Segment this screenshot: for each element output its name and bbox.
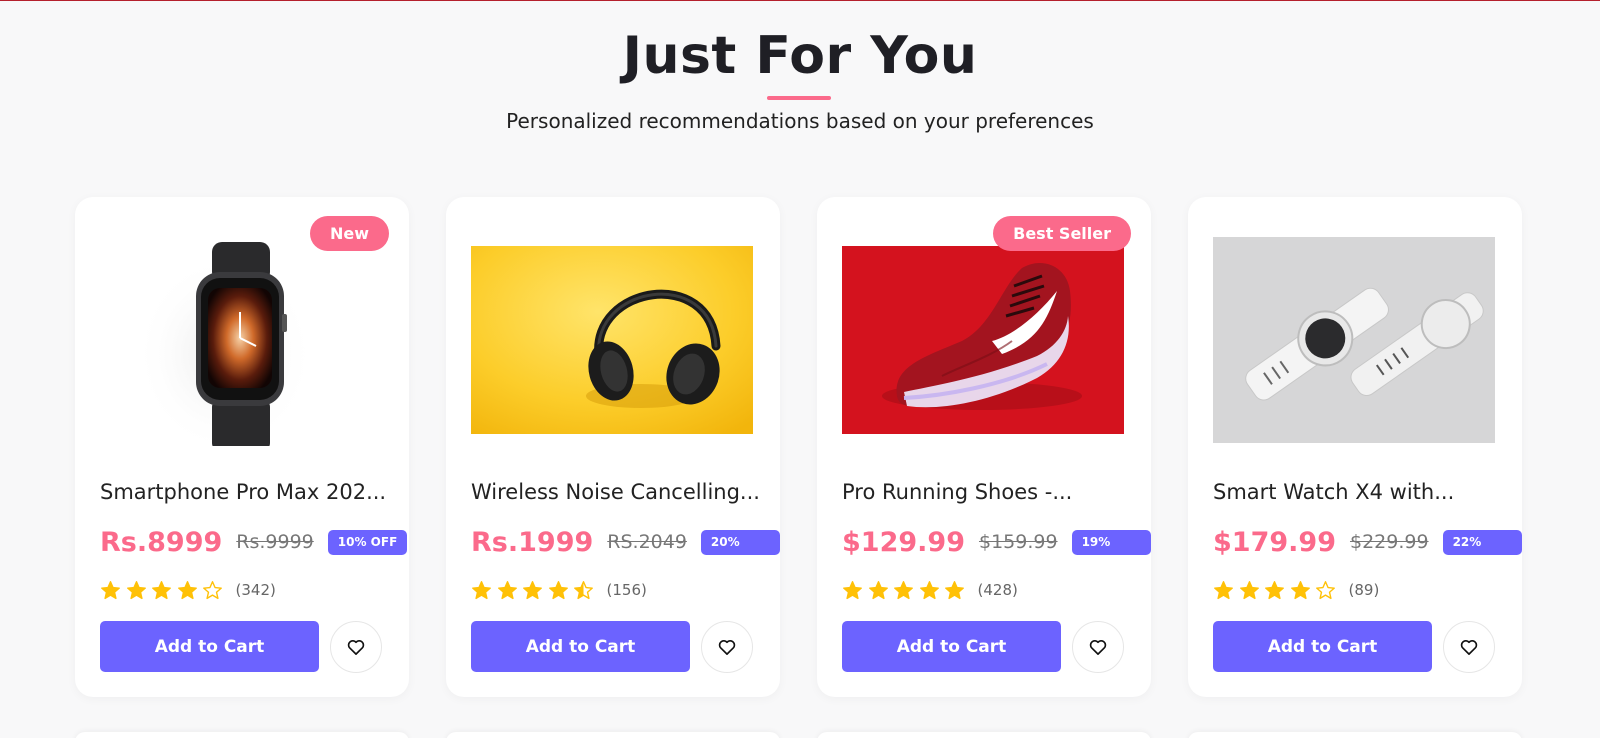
title-underline [767,96,831,100]
heart-icon [1460,640,1478,655]
star-filled-icon [894,580,913,599]
star-filled-icon [177,580,197,599]
star-filled-icon [1214,580,1233,599]
star-filled-icon [1265,580,1284,599]
product-card[interactable]: New Smartphone Pro Max 202... Rs.8999 Rs… [75,197,409,697]
discount-badge: 10% OFF [327,529,408,555]
add-to-cart-button[interactable]: Add to Cart [471,621,690,672]
wishlist-button[interactable] [1072,621,1124,673]
old-price: RS.2049 [607,531,687,553]
add-to-cart-button[interactable]: Add to Cart [842,621,1061,672]
add-to-cart-button[interactable]: Add to Cart [1213,621,1432,672]
product-image[interactable] [1213,234,1495,446]
headphones-icon [471,246,753,434]
product-card[interactable]: Smart Watch X4 with... $179.99 $229.99 2… [1188,197,1522,697]
star-empty-icon [203,580,222,599]
star-filled-icon [843,580,862,599]
rating-row: (428) [842,579,1018,601]
price-row: $179.99 $229.99 22% OFF [1213,525,1522,574]
wishlist-button[interactable] [701,621,753,673]
star-filled-icon [919,580,939,599]
price: Rs.1999 [471,526,594,558]
section-subtitle: Personalized recommendations based on yo… [506,109,1094,133]
smartwatch-white-icon [1213,237,1495,443]
discount-badge: 19% OFF [1071,529,1151,574]
product-grid: New Smartphone Pro Max 202... Rs.8999 Rs… [75,197,1525,697]
star-filled-icon [152,580,171,599]
product-card[interactable]: Wireless Noise Cancelling... Rs.1999 RS.… [446,197,780,697]
star-half-icon [574,580,593,599]
product-name[interactable]: Smartphone Pro Max 202... [100,480,390,504]
price-row: $129.99 $159.99 19% OFF [842,525,1151,574]
star-filled-icon [945,580,964,599]
star-filled-icon [548,580,568,599]
product-image[interactable] [471,234,753,446]
product-image[interactable] [842,234,1124,446]
wishlist-button[interactable] [1443,621,1495,673]
heart-icon [718,640,736,655]
wishlist-button[interactable] [330,621,382,673]
product-name[interactable]: Pro Running Shoes -... [842,480,1132,504]
price: Rs.8999 [100,526,223,558]
rating-count: (342) [235,581,276,599]
star-filled-icon [497,580,517,599]
star-filled-icon [126,580,146,599]
product-card-peek [817,732,1151,738]
running-shoe-icon [842,246,1124,434]
section-title: Just For You [622,26,978,86]
rating-count: (89) [1348,581,1380,599]
star-filled-icon [523,580,542,599]
product-name[interactable]: Smart Watch X4 with... [1213,480,1503,504]
product-card-peek [75,732,409,738]
add-to-cart-button[interactable]: Add to Cart [100,621,319,672]
old-price: Rs.9999 [236,531,314,553]
star-filled-icon [868,580,888,599]
rating-row: (156) [471,579,647,601]
price: $129.99 [842,526,965,558]
star-filled-icon [1290,580,1310,599]
star-filled-icon [472,580,491,599]
product-card[interactable]: Best Seller Pro Running Shoes -... $129.… [817,197,1151,697]
star-filled-icon [1239,580,1259,599]
heart-icon [1089,640,1107,655]
discount-badge: 22% OFF [1442,529,1522,574]
rating-row: (342) [100,579,276,601]
rating-row: (89) [1213,579,1379,601]
product-card-peek [446,732,780,738]
rating-count: (428) [977,581,1018,599]
smartwatch-black-icon [135,242,315,446]
price: $179.99 [1213,526,1336,558]
product-name[interactable]: Wireless Noise Cancelling... [471,480,761,504]
product-image[interactable] [100,234,382,446]
price-row: Rs.8999 Rs.9999 10% OFF [100,525,408,559]
product-card-peek [1188,732,1522,738]
discount-badge: 20% OFF [700,529,780,574]
price-row: Rs.1999 RS.2049 20% OFF [471,525,780,574]
heart-icon [347,640,365,655]
rating-count: (156) [606,581,647,599]
star-filled-icon [101,580,120,599]
old-price: $159.99 [978,531,1058,553]
best-seller-badge: Best Seller [993,216,1131,251]
old-price: $229.99 [1349,531,1429,553]
top-border [0,0,1600,1]
star-empty-icon [1316,580,1335,599]
